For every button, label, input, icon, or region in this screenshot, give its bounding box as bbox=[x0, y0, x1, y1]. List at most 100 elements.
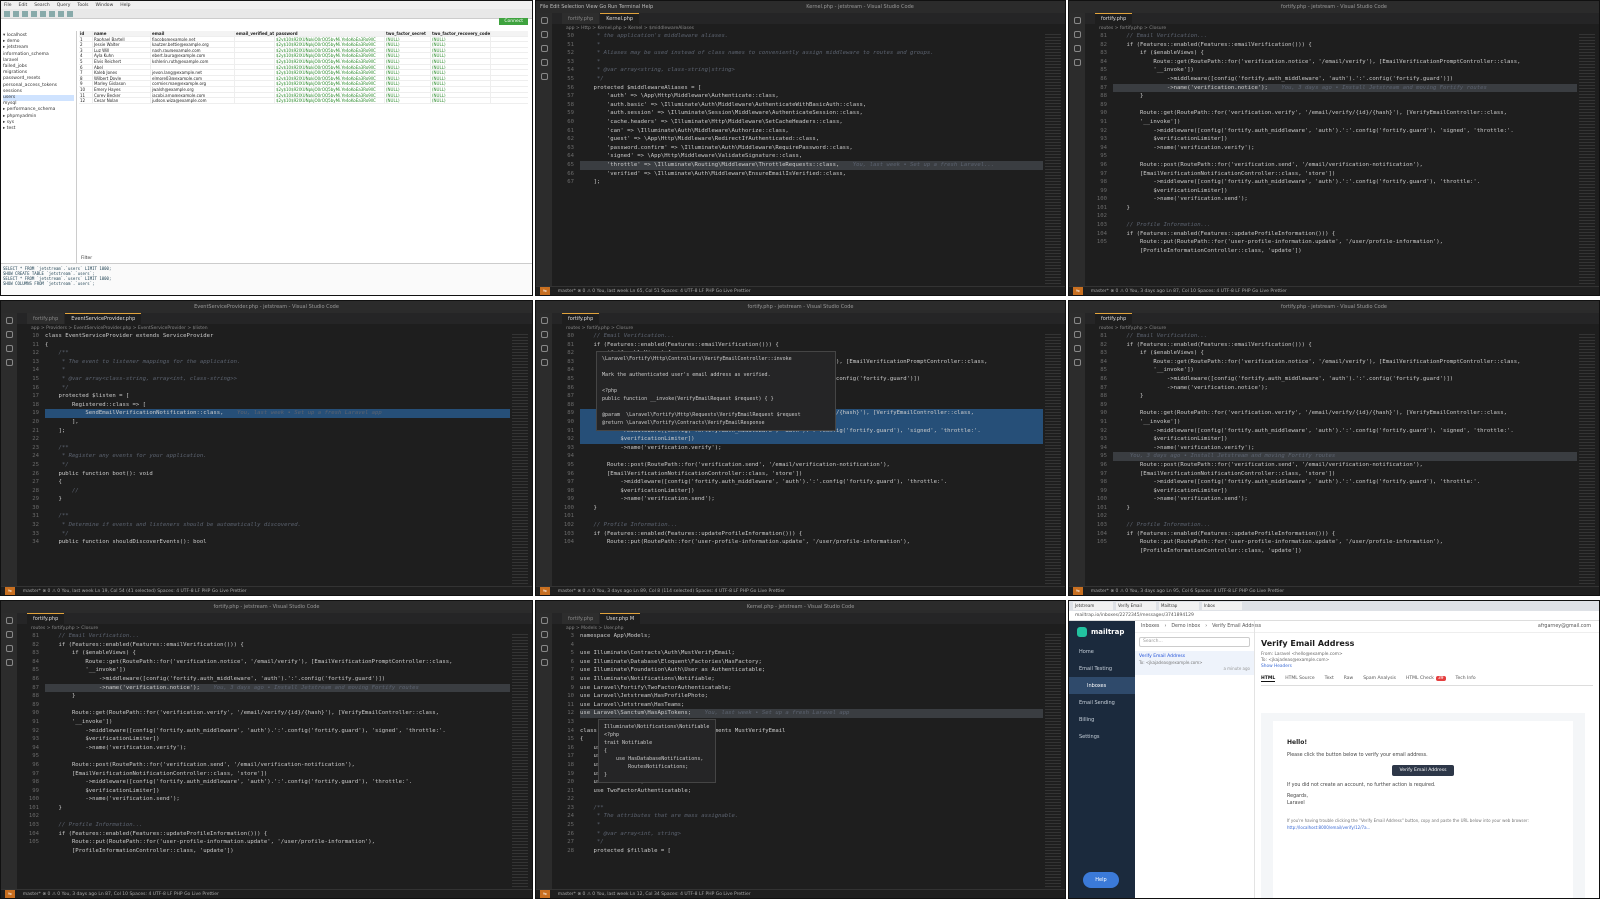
table-cell[interactable]: (NULL) bbox=[385, 98, 431, 103]
table-cell[interactable]: nash.rau@example.com bbox=[151, 47, 235, 53]
table-cell[interactable]: fjacobs@example.net bbox=[151, 36, 235, 42]
breadcrumb[interactable]: app > Http > Kernel.php > Kernel > $midd… bbox=[536, 24, 1065, 32]
table-cell[interactable]: Corey Becker bbox=[93, 92, 151, 98]
menu-item[interactable]: Window bbox=[96, 3, 114, 8]
tab-kernel[interactable]: Kernel.php bbox=[600, 13, 640, 24]
remote-indicator[interactable]: ⇋ bbox=[1073, 586, 1083, 595]
minimap[interactable] bbox=[1045, 332, 1061, 586]
table-cell[interactable] bbox=[235, 92, 275, 98]
view-tab[interactable]: Raw bbox=[1344, 676, 1353, 682]
table-cell[interactable]: (NULL) bbox=[431, 64, 491, 70]
table-cell[interactable]: $2y$10$92IXUNpkjO0rOQ5byMi.Ye4oKoEa3Ro9l… bbox=[275, 47, 385, 53]
run-icon[interactable] bbox=[5, 359, 13, 366]
sidebar-item-settings[interactable]: Settings bbox=[1069, 728, 1135, 745]
help-button[interactable]: Help bbox=[1083, 872, 1119, 888]
minimap[interactable] bbox=[512, 632, 528, 889]
table-cell[interactable]: (NULL) bbox=[431, 36, 491, 42]
tab-fortify[interactable]: fortify.php bbox=[27, 313, 65, 324]
code-editor[interactable]: 81 82 83 84 85 86 87 88 89 90 91 92 93 94 95 96 97 98 99 10… bbox=[1085, 32, 1577, 286]
code-editor[interactable]: 81 82 83 84 85 86 87 88 89 90 91 92 93 94 95 96 97 98 99 10… bbox=[17, 632, 510, 889]
breadcrumb[interactable]: routes > fortify.php > Closure bbox=[536, 324, 1065, 332]
table-row[interactable]: 12 Cesar Nolan judson.wiza@example.com $2y$… bbox=[79, 98, 528, 104]
table-cell[interactable]: ebert.laura@example.com bbox=[151, 53, 235, 58]
minimap[interactable] bbox=[1579, 332, 1595, 586]
table-cell[interactable]: (NULL) bbox=[431, 86, 491, 92]
menu-item[interactable]: File bbox=[4, 3, 12, 8]
tab-fortify[interactable]: fortify.php bbox=[562, 313, 600, 324]
table-cell[interactable]: elmore03@example.com bbox=[151, 75, 235, 81]
view-tab[interactable]: HTML bbox=[1261, 676, 1276, 682]
verify-email-button[interactable]: Verify Email Address bbox=[1392, 765, 1454, 776]
view-tab[interactable]: HTML Check 39 bbox=[1406, 676, 1446, 682]
list-item[interactable]: Verify Email Address To: <jkajadeas@exam… bbox=[1135, 651, 1254, 675]
table-cell[interactable] bbox=[235, 53, 275, 58]
tab-fortify[interactable]: fortify.php bbox=[27, 613, 65, 624]
table-cell[interactable]: Wilbert Doyle bbox=[93, 75, 151, 81]
table-cell[interactable]: $2y$10$92IXUNpkjO0rOQ5byMi.Ye4oKoEa3Ro9l… bbox=[275, 92, 385, 98]
remote-indicator[interactable]: ⇋ bbox=[1073, 286, 1083, 295]
sidebar-item-inboxes[interactable]: Inboxes bbox=[1069, 677, 1135, 694]
table-cell[interactable] bbox=[235, 42, 275, 47]
source-control-icon[interactable] bbox=[540, 45, 548, 52]
remote-indicator[interactable]: ⇋ bbox=[540, 286, 550, 295]
table-cell[interactable]: (NULL) bbox=[431, 70, 491, 75]
connect-button[interactable]: Connect bbox=[499, 18, 528, 25]
browser-tab[interactable]: Jetstream bbox=[1073, 602, 1113, 610]
explorer-icon[interactable] bbox=[540, 617, 548, 624]
table-cell[interactable]: 10 bbox=[79, 86, 93, 92]
table-cell[interactable]: cormier.mae@example.org bbox=[151, 81, 235, 86]
view-tab[interactable]: Spam Analysis bbox=[1363, 676, 1396, 682]
table-cell[interactable]: (NULL) bbox=[431, 75, 491, 81]
run-icon[interactable] bbox=[540, 59, 548, 66]
table-cell[interactable]: jacobi.arno@example.com bbox=[151, 92, 235, 98]
table-cell[interactable] bbox=[235, 81, 275, 86]
table-cell[interactable]: (NULL) bbox=[431, 92, 491, 98]
table-cell[interactable]: jevon.lang@example.net bbox=[151, 70, 235, 75]
menu-item[interactable]: Search bbox=[34, 3, 49, 8]
minimap[interactable] bbox=[1045, 32, 1061, 286]
table-cell[interactable] bbox=[151, 64, 235, 70]
table-cell[interactable]: (NULL) bbox=[385, 36, 431, 42]
menu-item[interactable]: Help bbox=[120, 3, 130, 8]
remote-indicator[interactable]: ⇋ bbox=[5, 586, 15, 595]
table-cell[interactable] bbox=[235, 36, 275, 42]
search-icon[interactable] bbox=[540, 31, 548, 38]
explorer-icon[interactable] bbox=[540, 317, 548, 324]
table-cell[interactable]: 4 bbox=[79, 53, 93, 58]
view-tab[interactable]: HTML Source bbox=[1285, 676, 1314, 682]
minimap[interactable] bbox=[1579, 32, 1595, 286]
tab-fortify[interactable]: fortify.php bbox=[562, 13, 600, 24]
table-cell[interactable]: $2y$10$92IXUNpkjO0rOQ5byMi.Ye4oKoEa3Ro9l… bbox=[275, 81, 385, 86]
table-cell[interactable] bbox=[235, 98, 275, 103]
toolbar-icon[interactable] bbox=[13, 11, 19, 17]
menu-item[interactable]: Tools bbox=[77, 3, 88, 8]
table-cell[interactable]: (NULL) bbox=[385, 70, 431, 75]
table-cell[interactable]: (NULL) bbox=[431, 42, 491, 47]
breadcrumb[interactable]: app > Providers > EventServiceProvider.p… bbox=[1, 324, 532, 332]
table-cell[interactable]: (NULL) bbox=[431, 53, 491, 58]
column-header[interactable]: email_verified_at bbox=[235, 31, 275, 36]
toolbar-icon[interactable] bbox=[31, 11, 37, 17]
table-cell[interactable]: $2y$10$92IXUNpkjO0rOQ5byMi.Ye4oKoEa3Ro9l… bbox=[275, 53, 385, 58]
table-cell[interactable]: jwalsh@example.org bbox=[151, 86, 235, 92]
table-cell[interactable]: Abel bbox=[93, 64, 151, 70]
view-tab[interactable]: Text bbox=[1325, 676, 1334, 682]
table-cell[interactable]: 2 bbox=[79, 42, 93, 47]
code-editor[interactable]: 50 51 52 53 54 55 56 57 58 59 60 61 62 63 64 65 66 67 * t… bbox=[552, 32, 1043, 286]
table-cell[interactable]: Marley Gislason bbox=[93, 81, 151, 86]
table-cell[interactable]: Jessie Walter bbox=[93, 42, 151, 47]
search-icon[interactable] bbox=[540, 331, 548, 338]
column-header[interactable]: two_factor_secret bbox=[385, 31, 431, 36]
table-cell[interactable]: (NULL) bbox=[431, 98, 491, 103]
search-icon[interactable] bbox=[1073, 31, 1081, 38]
table-cell[interactable]: kshlerin.ruth@example.com bbox=[151, 58, 235, 64]
table-cell[interactable]: judson.wiza@example.com bbox=[151, 98, 235, 103]
table-cell[interactable]: $2y$10$92IXUNpkjO0rOQ5byMi.Ye4oKoEa3Ro9l… bbox=[275, 75, 385, 81]
table-cell[interactable]: $2y$10$92IXUNpkjO0rOQ5byMi.Ye4oKoEa3Ro9l… bbox=[275, 86, 385, 92]
search-icon[interactable] bbox=[540, 631, 548, 638]
column-header[interactable]: two_factor_recovery_codes bbox=[431, 31, 491, 36]
source-control-icon[interactable] bbox=[5, 645, 13, 652]
table-cell[interactable] bbox=[235, 86, 275, 92]
tab-event-provider[interactable]: EventServiceProvider.php bbox=[65, 313, 142, 324]
toolbar-icon[interactable] bbox=[58, 11, 64, 17]
